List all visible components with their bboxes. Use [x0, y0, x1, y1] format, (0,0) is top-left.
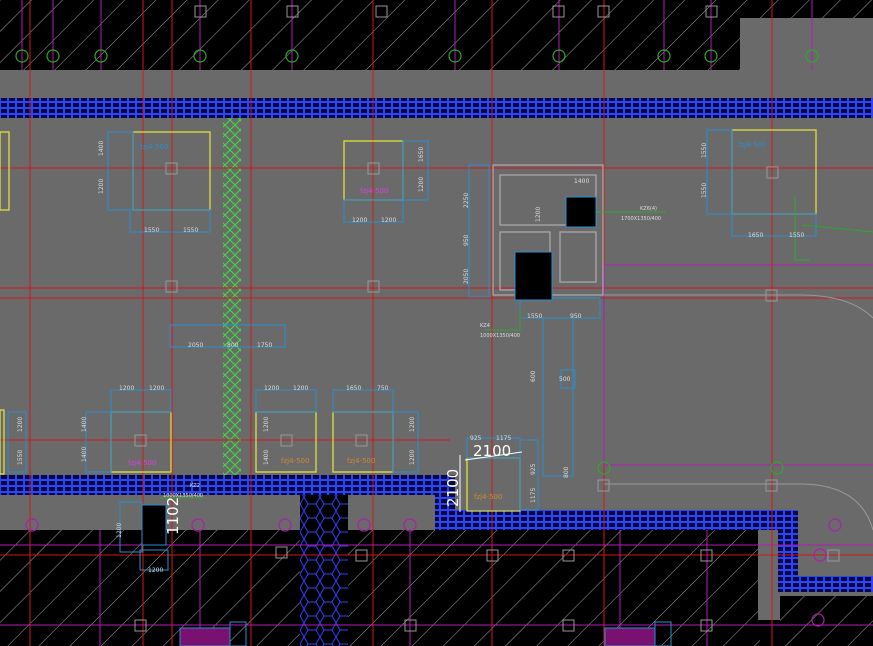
dim-1550-e: 1550 [789, 232, 804, 239]
dim-1200-a: 1200 [98, 179, 105, 194]
hex-hatch [300, 495, 348, 646]
dim-1200-i: 1200 [17, 417, 24, 432]
dim-1550-d: 1550 [701, 183, 708, 198]
dim-1200-j: 1200 [263, 417, 270, 432]
note-kz4-size: 1000X1350/400 [480, 333, 520, 339]
dim-1400-c: 1400 [81, 447, 88, 462]
footing-tag-4: fzj4-500 [128, 459, 156, 467]
dim-1400-a: 1400 [98, 141, 105, 156]
note-kz4: KZ4 [480, 323, 490, 329]
top-right-slab [740, 18, 873, 70]
dim-2050: 2050 [188, 342, 203, 349]
note-kz2: KZ2 [190, 483, 200, 489]
dim-1175: 1175 [496, 435, 511, 442]
dim-500: 500 [559, 376, 571, 383]
dim-1200-m: 1200 [535, 207, 542, 222]
footing-tag-6: fzj4-500 [347, 457, 375, 465]
dim-800-b: 800 [563, 466, 570, 478]
dim-1550-a: 1550 [144, 227, 159, 234]
footing-tag-1: fzj4-500 [140, 143, 168, 151]
brick-wall-bottom [435, 510, 795, 530]
dim-1200-g: 1200 [264, 385, 279, 392]
dim-950-b: 950 [570, 313, 582, 320]
big-dim-side: 1102 [164, 497, 182, 535]
dim-2250: 2250 [463, 193, 470, 208]
dim-1650: 1650 [748, 232, 763, 239]
note-kz6-size: 1700X1350/400 [621, 216, 661, 222]
dim-925-b: 925 [530, 463, 537, 475]
dim-1200-k: 1200 [409, 417, 416, 432]
dim-1200-f: 1200 [149, 385, 164, 392]
dim-950: 950 [463, 234, 470, 246]
brick-wall-top [0, 98, 873, 118]
dim-1550-g: 1550 [527, 313, 542, 320]
dim-1200-b: 1200 [418, 177, 425, 192]
dim-800: 800 [227, 342, 239, 349]
dim-2050-b: 2050 [463, 269, 470, 284]
footing-tag-2: fzj4-500 [360, 187, 388, 195]
dim-1050: 1650 [418, 147, 425, 162]
brick-wall-corner [778, 576, 873, 592]
dim-1200-e: 1200 [119, 385, 134, 392]
footing-tag-7: fzj4-500 [474, 493, 502, 501]
footing-tag-3: fzj4-500 [738, 141, 766, 149]
dim-1200-h: 1200 [293, 385, 308, 392]
note-kz2-size: 1000X1350/400 [163, 493, 203, 499]
dim-1550-b: 1550 [183, 227, 198, 234]
bottom-right-soil [780, 596, 873, 646]
dim-925: 925 [470, 435, 482, 442]
dim-1100-b: 1200 [148, 567, 163, 574]
dim-1200-d: 1200 [381, 217, 396, 224]
dim-1650-b: 1650 [346, 385, 361, 392]
footing-tag-5: fzj4-500 [281, 457, 309, 465]
dim-1550-f: 1550 [17, 450, 24, 465]
dim-1175-b: 1175 [530, 488, 537, 503]
dim-1750: 1750 [257, 342, 272, 349]
big-dim-height: 2100 [444, 469, 462, 507]
dim-1100: 1200 [116, 523, 123, 538]
note-kz6: KZ6(4) [640, 206, 657, 212]
dim-1200-l: 1200 [409, 450, 416, 465]
dim-1400-d: 1400 [263, 450, 270, 465]
dim-600: 600 [530, 370, 537, 382]
dim-1400-b: 1400 [81, 417, 88, 432]
dim-1400-e: 1400 [574, 178, 589, 185]
big-dim-width: 2100 [473, 442, 511, 460]
brick-wall-mid [0, 475, 440, 495]
dim-1200-c: 1200 [352, 217, 367, 224]
green-hatch-strip [223, 118, 241, 475]
dim-750: 750 [377, 385, 389, 392]
dim-1550-c: 1550 [701, 143, 708, 158]
cad-drawing-canvas[interactable]: 1400 1200 1550 1550 1650 1200 1200 1200 … [0, 0, 873, 646]
